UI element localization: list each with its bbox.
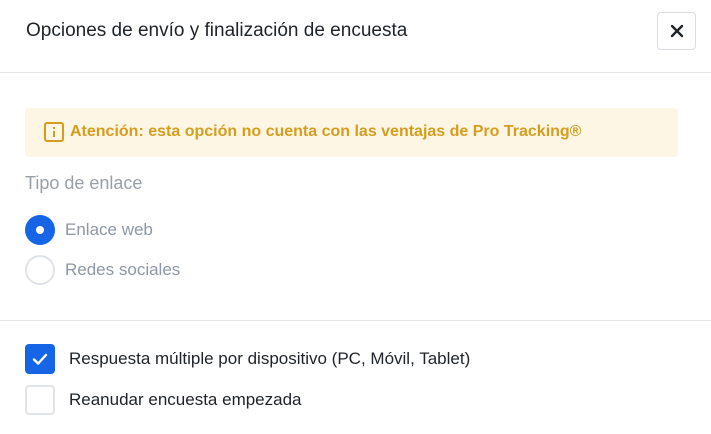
dialog-header: Opciones de envío y finalización de encu… [0,0,711,73]
alert-text: Atención: esta opción no cuenta con las … [70,123,582,140]
checkbox-row-resume-survey[interactable]: Reanudar encuesta empezada [25,385,302,415]
check-icon [32,353,48,365]
radio-button[interactable] [25,255,55,285]
radio-label: Redes sociales [65,260,181,279]
link-type-label: Tipo de enlace [25,173,143,193]
checkbox-checked[interactable] [25,344,55,374]
warning-alert: Atención: esta opción no cuenta con las … [25,108,678,157]
checkbox[interactable] [25,385,55,415]
divider [0,320,711,321]
dialog-title: Opciones de envío y finalización de encu… [26,20,408,41]
checkbox-label: Reanudar encuesta empezada [69,390,302,409]
checkbox-label: Respuesta múltiple por dispositivo (PC, … [69,349,471,368]
radio-option-web-link[interactable]: Enlace web [25,215,153,245]
radio-button-selected[interactable] [25,215,55,245]
close-icon [670,24,683,38]
info-icon [44,122,64,142]
checkbox-row-multiple-response[interactable]: Respuesta múltiple por dispositivo (PC, … [25,344,470,374]
radio-label: Enlace web [65,220,153,239]
radio-option-social[interactable]: Redes sociales [25,255,180,285]
close-button[interactable] [657,12,696,50]
